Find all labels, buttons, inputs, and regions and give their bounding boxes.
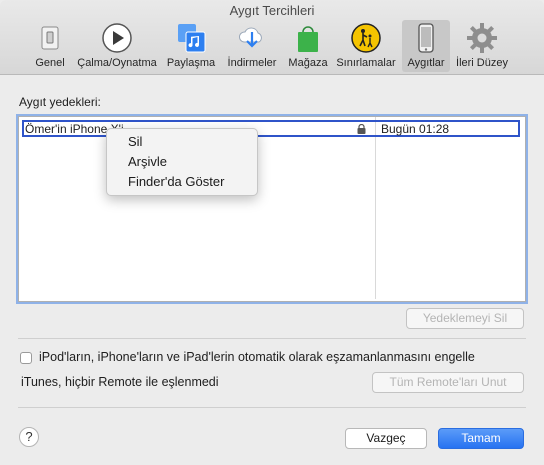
tab-label: İleri Düzey bbox=[456, 57, 508, 69]
menu-item-delete[interactable]: Sil bbox=[128, 134, 142, 149]
tab-sharing[interactable]: Paylaşma bbox=[165, 20, 217, 72]
backup-date: Bugün 01:28 bbox=[381, 122, 450, 136]
tab-label: Genel bbox=[35, 57, 65, 69]
shopping-bag-icon bbox=[298, 26, 318, 52]
window-title: Aygıt Tercihleri bbox=[229, 3, 315, 18]
toolbar: Aygıt Tercihleri Genel Çalma/Oynatma Pay… bbox=[0, 0, 544, 75]
delete-backup-button[interactable]: Yedeklemeyi Sil bbox=[406, 308, 524, 329]
tab-label: Paylaşma bbox=[166, 57, 216, 69]
tab-playback[interactable]: Çalma/Oynatma bbox=[74, 20, 160, 72]
tab-restrictions[interactable]: Sınırlamalar bbox=[334, 20, 398, 72]
help-button[interactable]: ? bbox=[19, 427, 39, 447]
remote-status: iTunes, hiçbir Remote ile eşlenmedi bbox=[21, 375, 219, 389]
cancel-button[interactable]: Vazgeç bbox=[345, 428, 427, 449]
tab-store[interactable]: Mağaza bbox=[286, 20, 330, 72]
divider bbox=[18, 338, 526, 339]
device-preferences-window: Aygıt Tercihleri Genel Çalma/Oynatma Pay… bbox=[0, 0, 544, 465]
gear-icon bbox=[467, 23, 497, 53]
tab-label: Çalma/Oynatma bbox=[77, 57, 157, 69]
prevent-sync-label: iPod'ların, iPhone'ların ve iPad'lerin o… bbox=[39, 350, 475, 364]
backups-label: Aygıt yedekleri: bbox=[19, 95, 101, 109]
context-menu: Sil Arşivle Finder'da Göster bbox=[106, 128, 258, 196]
switch-icon bbox=[41, 26, 59, 50]
tab-label: Aygıtlar bbox=[407, 57, 445, 69]
tab-advanced[interactable]: İleri Düzey bbox=[452, 20, 512, 72]
menu-item-show-in-finder[interactable]: Finder'da Göster bbox=[128, 174, 224, 189]
ok-button[interactable]: Tamam bbox=[438, 428, 524, 449]
iphone-icon bbox=[418, 23, 434, 53]
music-share-icon bbox=[178, 24, 206, 53]
column-divider bbox=[375, 117, 376, 299]
divider bbox=[18, 407, 526, 408]
backups-table[interactable]: Ömer'in iPhone X'i Bugün 01:28 bbox=[18, 116, 526, 302]
tab-label: İndirmeler bbox=[227, 57, 277, 69]
tab-devices[interactable]: Aygıtlar bbox=[402, 20, 450, 72]
forget-remotes-button[interactable]: Tüm Remote'ları Unut bbox=[372, 372, 524, 393]
table-row[interactable]: Ömer'in iPhone X'i Bugün 01:28 bbox=[22, 120, 520, 137]
tab-downloads[interactable]: İndirmeler bbox=[222, 20, 282, 72]
prevent-sync-checkbox[interactable] bbox=[20, 352, 32, 364]
play-icon bbox=[102, 23, 132, 53]
tab-label: Mağaza bbox=[288, 57, 328, 69]
lock-icon bbox=[357, 124, 366, 134]
parental-controls-icon bbox=[351, 23, 381, 53]
menu-item-archive[interactable]: Arşivle bbox=[128, 154, 167, 169]
tab-label: Sınırlamalar bbox=[336, 57, 396, 69]
cloud-download-icon bbox=[238, 27, 262, 48]
tab-genel[interactable]: Genel bbox=[30, 20, 70, 72]
